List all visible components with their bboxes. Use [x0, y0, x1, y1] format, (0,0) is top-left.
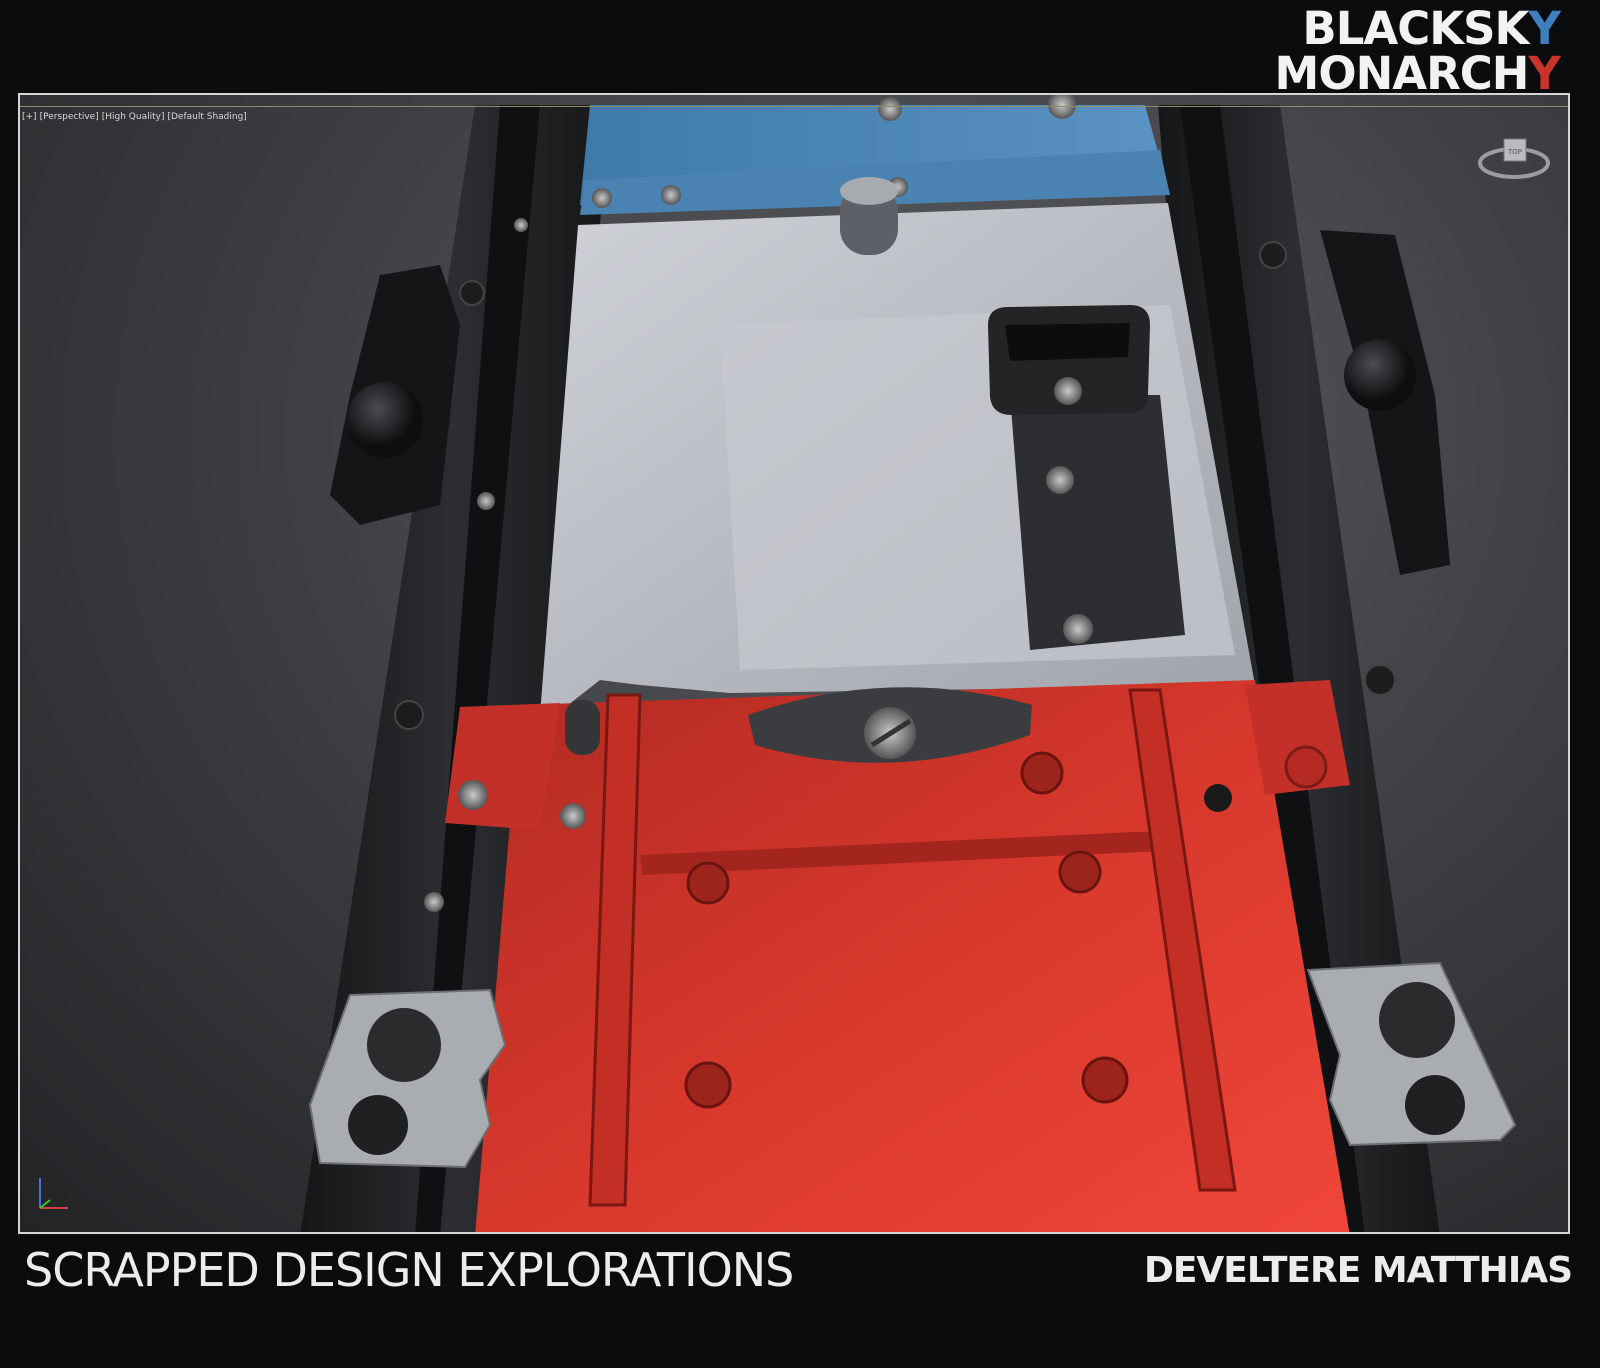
left-knob	[347, 382, 423, 458]
viewport-top-line	[20, 106, 1568, 107]
footer-title: SCRAPPED DESIGN EXPLORATIONS	[24, 1243, 794, 1297]
viewport-menu-plus[interactable]: [+]	[22, 112, 37, 122]
left-bracket	[445, 703, 560, 830]
brand-logo: BLACKSKY MONARCHY	[1274, 2, 1561, 100]
3d-viewport[interactable]: [+] [Perspective] [High Quality] [Default S…	[18, 93, 1570, 1234]
svg-text:TOP: TOP	[1507, 148, 1522, 156]
footer-author: DEVELTERE MATTHIAS	[1143, 1250, 1573, 1291]
axis-gizmo-icon	[39, 1178, 68, 1209]
latch-slot	[1010, 395, 1185, 650]
viewport-menu-shading[interactable]: [Default Shading]	[167, 112, 246, 122]
viewcube-icon[interactable]: TOP	[1478, 133, 1554, 181]
viewport-menu-perspective[interactable]: [Perspective]	[40, 112, 99, 122]
viewport-label[interactable]: [+] [Perspective] [High Quality] [Default S…	[22, 112, 250, 122]
render-scene	[300, 95, 1517, 1232]
logo-line-1: BLACKSKY	[1302, 2, 1561, 55]
logo-line-2: MONARCHY	[1274, 47, 1561, 100]
viewport-menu-quality[interactable]: [High Quality]	[102, 112, 165, 122]
right-knob	[1344, 339, 1416, 411]
